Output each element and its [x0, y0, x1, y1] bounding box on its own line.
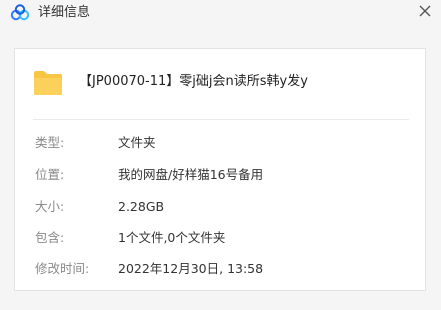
details-panel: 【JP00070-11】零j础j会n读所s韩y发y 类型: 文件夹 位置: 我的…	[14, 48, 426, 291]
detail-row-size: 大小: 2.28GB	[15, 198, 427, 216]
type-value: 文件夹	[118, 135, 156, 150]
window-title: 详细信息	[38, 5, 91, 20]
file-name: 【JP00070-11】零j础j会n读所s韩y发y	[79, 74, 308, 89]
baidu-netdisk-cloud-icon	[10, 4, 30, 22]
detail-row-type: 类型: 文件夹	[15, 134, 427, 152]
size-value: 2.28GB	[118, 199, 165, 214]
detail-row-location: 位置: 我的网盘/好样猫16号备用	[15, 166, 427, 184]
location-value: 我的网盘/好样猫16号备用	[118, 167, 264, 182]
close-button[interactable]	[414, 0, 436, 22]
contains-value: 1个文件,0个文件夹	[118, 230, 226, 245]
folder-icon	[33, 69, 63, 96]
detail-row-modified: 修改时间: 2022年12月30日, 13:58	[15, 260, 427, 278]
divider	[33, 119, 409, 120]
title-bar: 详细信息	[0, 0, 441, 26]
type-label: 类型:	[35, 135, 65, 150]
close-icon	[419, 5, 431, 17]
location-label: 位置:	[35, 167, 65, 182]
modified-label: 修改时间:	[35, 261, 90, 276]
detail-row-contains: 包含: 1个文件,0个文件夹	[15, 229, 427, 247]
size-label: 大小:	[35, 199, 65, 214]
modified-value: 2022年12月30日, 13:58	[118, 261, 264, 276]
contains-label: 包含:	[35, 230, 65, 245]
